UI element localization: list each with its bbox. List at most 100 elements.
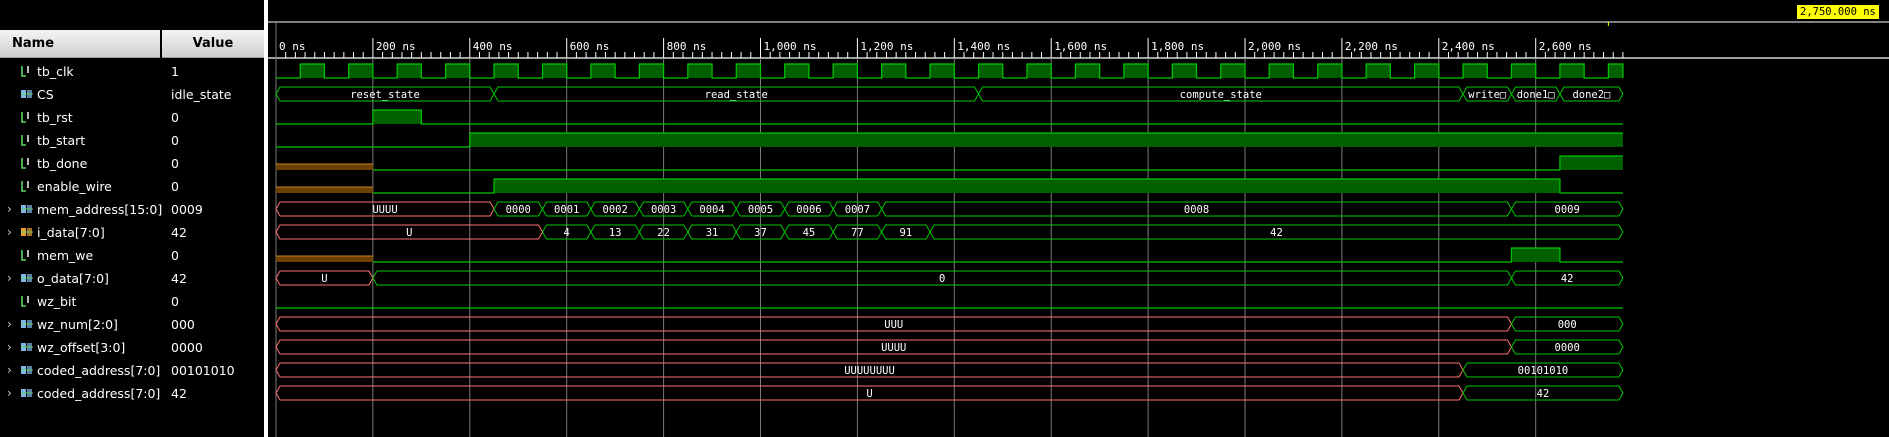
bus-segment-label: reset_state [350,89,420,101]
bus-segment-label: done2□ [1572,89,1611,101]
signal-name: o_data[7:0] [37,271,109,286]
waveform-row[interactable] [276,132,1623,148]
bus-signal-icon [21,274,33,282]
timeline-tick-label: 1,600 ns [1054,40,1107,53]
bit-signal-icon [21,112,29,123]
clock-high-pulse [542,64,567,78]
signal-value: 1 [171,64,179,79]
signal-value-row: 0 [162,106,264,129]
clock-high-pulse [978,64,1003,78]
signal-row[interactable]: › i_data[7:0] [0,221,160,244]
clock-high-pulse [1026,64,1052,78]
signal-value: 42 [171,271,187,286]
expand-chevron-icon[interactable]: › [7,336,17,359]
clock-high-pulse [736,64,761,78]
signal-value: 0 [171,110,179,125]
value-column: Value 1 idle_state 0 0 0 0 0009 42 0 42 0 000 0000 00… [162,0,264,437]
clock-high-pulse [881,64,906,78]
bus-segment-label: UUUU [881,342,906,354]
high-level-fill [372,110,422,124]
signal-value: idle_state [171,87,232,102]
clock-high-pulse [784,64,809,78]
bus-segment-label: 0000 [506,204,531,216]
signal-value: 00101010 [171,363,235,378]
signal-value-row: 00101010 [162,359,264,382]
clock-high-pulse [1172,64,1197,78]
signal-name: wz_offset[3:0] [37,340,126,355]
clock-high-pulse [1317,64,1342,78]
bus-segment-label: 0005 [748,204,773,216]
expand-chevron-icon[interactable]: › [7,221,17,244]
cursor-time-label: 2,750.000 ns [1797,5,1879,19]
bus-segment-label: 0003 [651,204,676,216]
signal-row[interactable]: › o_data[7:0] [0,267,160,290]
signal-value-row: idle_state [162,83,264,106]
bus-segment-label: 91 [900,227,913,239]
bus-segment-label: 0008 [1184,204,1209,216]
signal-value: 42 [171,386,187,401]
bit-signal-icon [21,181,29,192]
signal-name: tb_clk [37,64,74,79]
expand-chevron-icon[interactable]: › [7,382,17,405]
clock-high-pulse [494,64,519,78]
high-level-fill [1511,248,1560,262]
bus-segment-label: 0002 [603,204,628,216]
signal-value-row: 0 [162,175,264,198]
bus-segment-label: 42 [1270,227,1283,239]
clock-high-pulse [930,64,955,78]
signal-row[interactable]: tb_start [0,129,160,152]
bus-segment-label: U [321,273,327,285]
signal-name: mem_address[15:0] [37,202,163,217]
bus-segment-label: 13 [609,227,622,239]
signal-row[interactable]: CS [0,83,160,106]
bus-segment-label: 0000 [1555,342,1580,354]
waveform-canvas[interactable]: 0 ns 200 ns 400 ns 600 ns 800 ns 1,000 ns 1,20… [268,0,1889,437]
bit-signal-icon [21,158,29,169]
signal-row[interactable]: › mem_address[15:0] [0,198,163,221]
signal-value-row: 0 [162,290,264,313]
signal-name: CS [37,87,54,102]
signal-name: i_data[7:0] [37,225,105,240]
clock-high-pulse [397,64,422,78]
signal-value: 000 [171,317,195,332]
signal-row[interactable]: › wz_offset[3:0] [0,336,160,359]
clock-high-pulse [687,64,713,78]
value-column-header[interactable]: Value [162,30,264,58]
bus-segment-label: 31 [706,227,719,239]
name-column: Name tb_clk CS tb_rst tb_start tb_done enable… [0,0,163,437]
bus-segment-label: UUUUUUUU [844,365,895,377]
signal-row[interactable]: › coded_address[7:0] [0,359,160,382]
clock-high-pulse [639,64,664,78]
bus-signal-icon [21,366,33,374]
bus-segment-label: UUUU [372,204,397,216]
signal-row[interactable]: tb_done [0,152,160,175]
bus-segment-label: 45 [803,227,816,239]
signal-value: 0000 [171,340,203,355]
bus-segment-label: 4 [564,227,570,239]
high-level-fill [469,133,1623,147]
signal-name: coded_address[7:0] [37,386,161,401]
timeline-tick-label: 400 ns [473,40,513,53]
expand-chevron-icon[interactable]: › [7,313,17,336]
signal-row[interactable]: › coded_address[7:0] [0,382,160,405]
signal-value: 0 [171,133,179,148]
signal-row[interactable]: › wz_num[2:0] [0,313,160,336]
clock-high-pulse [1123,64,1149,78]
signal-row[interactable]: wz_bit [0,290,160,313]
signal-name: wz_num[2:0] [37,317,118,332]
signal-row[interactable]: mem_we [0,244,160,267]
expand-chevron-icon[interactable]: › [7,267,17,290]
signal-row[interactable]: enable_wire [0,175,160,198]
bit-signal-icon [21,135,29,146]
timeline-tick-label: 1,200 ns [860,40,913,53]
expand-chevron-icon[interactable]: › [7,359,17,382]
expand-chevron-icon[interactable]: › [7,198,17,221]
signal-row[interactable]: tb_rst [0,106,160,129]
bus-segment-label: 37 [754,227,767,239]
bit-signal-icon [21,296,29,307]
signal-value-row: 0 [162,152,264,175]
signal-row[interactable]: tb_clk [0,60,160,83]
high-level-fill [1559,156,1623,170]
bus-signal-icon [21,389,33,397]
name-column-header[interactable]: Name [0,30,160,58]
